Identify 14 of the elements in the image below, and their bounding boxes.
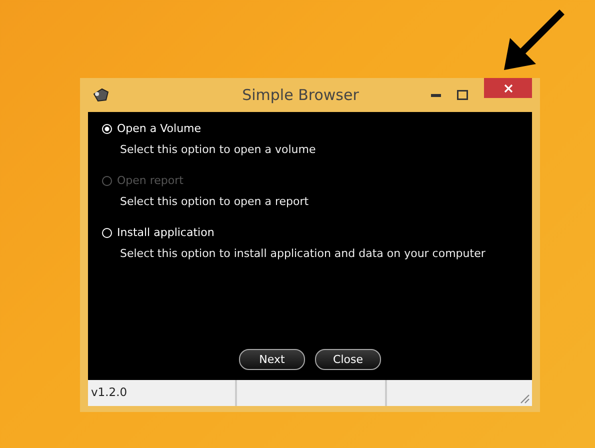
window-title: Simple Browser	[242, 86, 359, 104]
close-button[interactable]	[484, 78, 532, 98]
dialog-button[interactable]: Close	[315, 349, 381, 370]
app-icon	[92, 88, 110, 102]
minimize-icon[interactable]	[431, 94, 441, 96]
option-description: Select this option to open a volume	[120, 143, 317, 156]
radio-label[interactable]: Open a Volume	[117, 122, 202, 135]
maximize-icon[interactable]	[457, 90, 468, 100]
dialog-button[interactable]: Next	[239, 349, 305, 370]
close-icon	[504, 84, 512, 92]
radio-label[interactable]: Install application	[117, 226, 214, 239]
status-version: v1.2.0	[88, 380, 238, 406]
option-description: Select this option to open a report	[120, 195, 310, 208]
option-description: Select this option to install application and data on your computer	[120, 247, 486, 260]
